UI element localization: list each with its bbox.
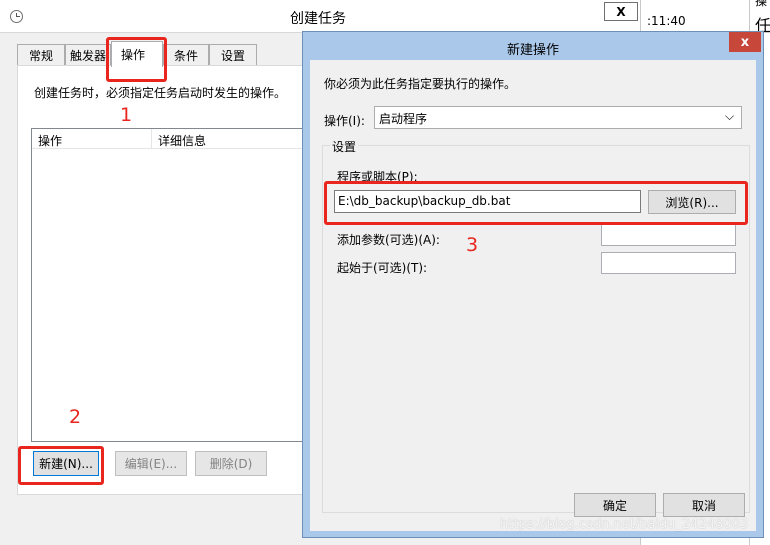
actions-description: 创建任务时，必须指定任务启动时发生的操作。 <box>34 86 287 100</box>
column-header-action[interactable]: 操作 <box>38 132 62 149</box>
start-in-label: 起始于(可选)(T): <box>337 261 428 275</box>
close-icon: X <box>616 4 626 19</box>
watermark: https://blog.csdn.net/baidu_24248003 <box>500 517 749 532</box>
edit-button[interactable]: 编辑(E)... <box>115 451 187 476</box>
tab-general[interactable]: 常规 <box>17 44 65 65</box>
time-text: :11:40 <box>647 14 686 28</box>
start-in-input[interactable] <box>601 252 736 274</box>
list-header: 操作 详细信息 <box>32 129 332 149</box>
chevron-down-icon: ⌵ <box>725 109 735 123</box>
annotation-number-2: 2 <box>69 406 82 428</box>
title-bar: 创建任务 X <box>0 0 750 33</box>
cancel-button[interactable]: 取消 <box>663 493 745 517</box>
dialog-title: 新建操作 <box>506 43 559 58</box>
annotation-number-3: 3 <box>466 234 479 256</box>
settings-group-label: 设置 <box>330 138 359 155</box>
delete-button[interactable]: 删除(D) <box>195 451 267 476</box>
window-title: 创建任务 <box>290 11 346 27</box>
tab-settings[interactable]: 设置 <box>209 44 257 65</box>
tab-actions[interactable]: 操作 <box>111 41 163 67</box>
arguments-input[interactable] <box>601 224 736 246</box>
dialog-title-bar: 新建操作 x <box>303 32 763 60</box>
action-select[interactable]: 启动程序 ⌵ <box>374 106 742 129</box>
dialog-body: 你必须为此任务指定要执行的操作。 操作(I): 启动程序 ⌵ 设置 程序或脚本(… <box>310 60 756 531</box>
tab-panel: 创建任务时，必须指定任务启动时发生的操作。 操作 详细信息 新建(N)... 编… <box>17 65 332 495</box>
column-header-details[interactable]: 详细信息 <box>158 132 206 149</box>
tab-triggers[interactable]: 触发器 <box>65 44 111 65</box>
dialog-close-button[interactable]: x <box>729 32 761 52</box>
annotation-box-program-field <box>324 181 748 225</box>
annotation-box-new-button <box>18 446 104 485</box>
close-button[interactable]: X <box>604 2 638 21</box>
close-icon: x <box>740 34 750 50</box>
edge-char-op: 操 <box>755 0 768 8</box>
ok-button[interactable]: 确定 <box>574 493 656 517</box>
arguments-label: 添加参数(可选)(A): <box>337 233 440 247</box>
annotation-number-1: 1 <box>120 104 133 126</box>
action-label: 操作(I): <box>324 114 365 128</box>
clock-icon <box>10 10 23 23</box>
actions-list[interactable]: 操作 详细信息 <box>31 128 332 442</box>
dialog-prompt: 你必须为此任务指定要执行的操作。 <box>324 77 517 91</box>
tab-conditions[interactable]: 条件 <box>163 44 209 65</box>
new-action-dialog: 新建操作 x 你必须为此任务指定要执行的操作。 操作(I): 启动程序 ⌵ 设置… <box>302 31 764 538</box>
